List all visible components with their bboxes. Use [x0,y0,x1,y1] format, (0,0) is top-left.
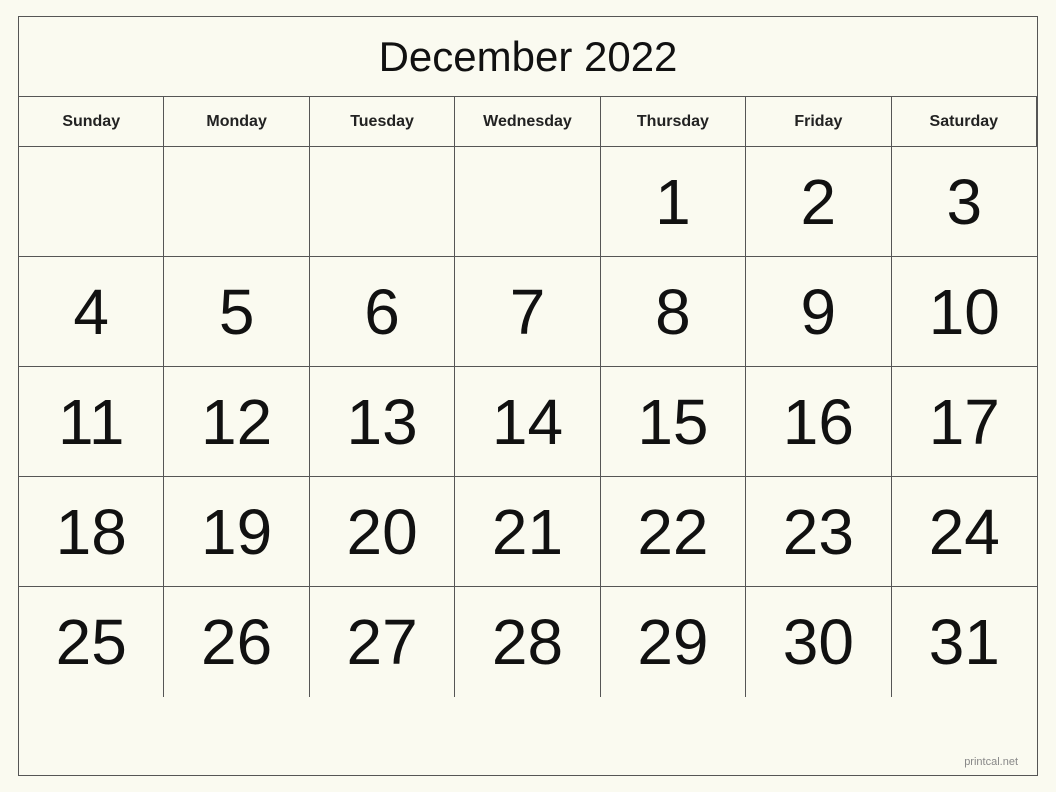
day-cell-20: 20 [310,477,455,587]
day-cell-5: 5 [164,257,309,367]
day-cell-29: 29 [601,587,746,697]
day-cell-11: 11 [19,367,164,477]
day-cell-30: 30 [746,587,891,697]
header-monday: Monday [164,97,309,147]
calendar-title: December 2022 [379,33,678,81]
header-thursday: Thursday [601,97,746,147]
day-cell-10: 10 [892,257,1037,367]
calendar-grid: Sunday Monday Tuesday Wednesday Thursday… [19,97,1037,697]
header-saturday: Saturday [892,97,1037,147]
day-cell-27: 27 [310,587,455,697]
day-cell-23: 23 [746,477,891,587]
header-wednesday: Wednesday [455,97,600,147]
day-cell-1: 1 [601,147,746,257]
day-cell-9: 9 [746,257,891,367]
watermark: printcal.net [964,756,1018,768]
day-cell-21: 21 [455,477,600,587]
day-cell-18: 18 [19,477,164,587]
day-cell-13: 13 [310,367,455,477]
header-tuesday: Tuesday [310,97,455,147]
day-cell-2: 2 [746,147,891,257]
calendar-title-row: December 2022 [19,17,1037,97]
day-cell-25: 25 [19,587,164,697]
day-cell-22: 22 [601,477,746,587]
day-cell-24: 24 [892,477,1037,587]
day-cell [164,147,309,257]
day-cell-16: 16 [746,367,891,477]
day-cell-7: 7 [455,257,600,367]
day-cell-28: 28 [455,587,600,697]
day-cell-14: 14 [455,367,600,477]
header-sunday: Sunday [19,97,164,147]
day-cell-12: 12 [164,367,309,477]
day-cell-8: 8 [601,257,746,367]
day-cell-3: 3 [892,147,1037,257]
day-cell-4: 4 [19,257,164,367]
day-cell-31: 31 [892,587,1037,697]
day-cell-15: 15 [601,367,746,477]
day-cell-26: 26 [164,587,309,697]
header-friday: Friday [746,97,891,147]
day-cell-19: 19 [164,477,309,587]
calendar-wrapper: December 2022 Sunday Monday Tuesday Wedn… [18,16,1038,776]
day-cell-17: 17 [892,367,1037,477]
day-cell [19,147,164,257]
day-cell [455,147,600,257]
calendar-container: December 2022 Sunday Monday Tuesday Wedn… [18,16,1038,776]
day-cell [310,147,455,257]
day-cell-6: 6 [310,257,455,367]
